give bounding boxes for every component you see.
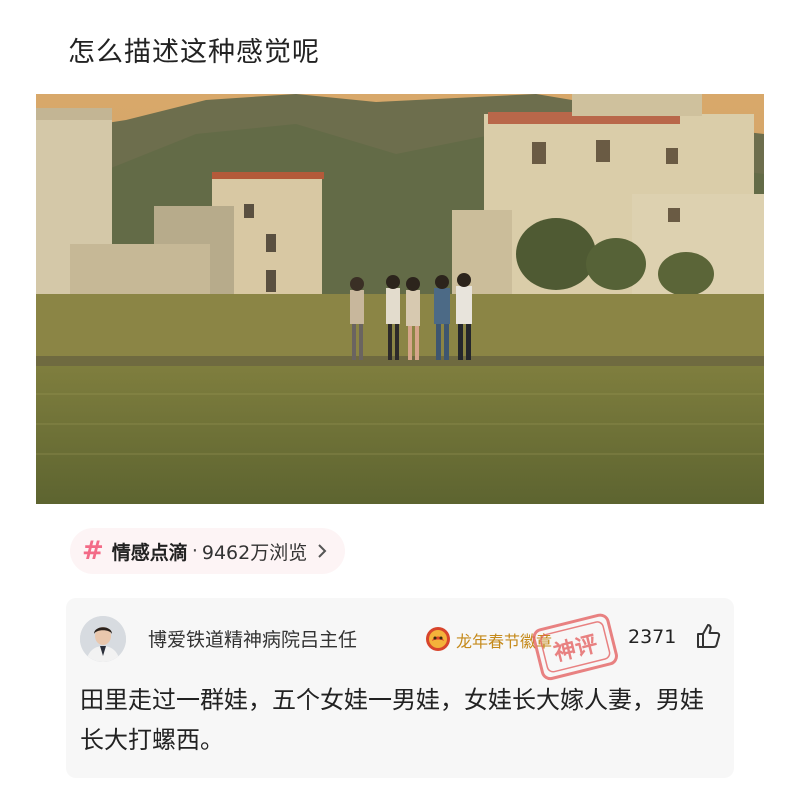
- chevron-right-icon: [318, 544, 327, 558]
- post-image[interactable]: [36, 94, 764, 504]
- avatar[interactable]: [80, 616, 126, 662]
- dragon-badge-icon: [426, 627, 450, 651]
- topic-name: 情感点滴: [111, 541, 188, 564]
- comment-text: 田里走过一群娃，五个女娃一男娃，女娃长大嫁人妻，男娃长大打螺西。: [80, 686, 704, 754]
- top-comment-stamp: 神评: [532, 613, 618, 681]
- topic-view-count: 9462万浏览: [201, 541, 308, 564]
- comment-username[interactable]: 博爱铁道精神病院吕主任: [148, 625, 357, 652]
- hash-icon: #: [82, 536, 104, 566]
- topic-separator: ·: [191, 540, 198, 562]
- topic-chip[interactable]: # 情感点滴 · 9462万浏览: [70, 528, 346, 574]
- post-title: 怎么描述这种感觉呢: [68, 37, 320, 68]
- thumbs-up-icon[interactable]: [694, 622, 722, 650]
- like-count: 2371: [628, 626, 677, 648]
